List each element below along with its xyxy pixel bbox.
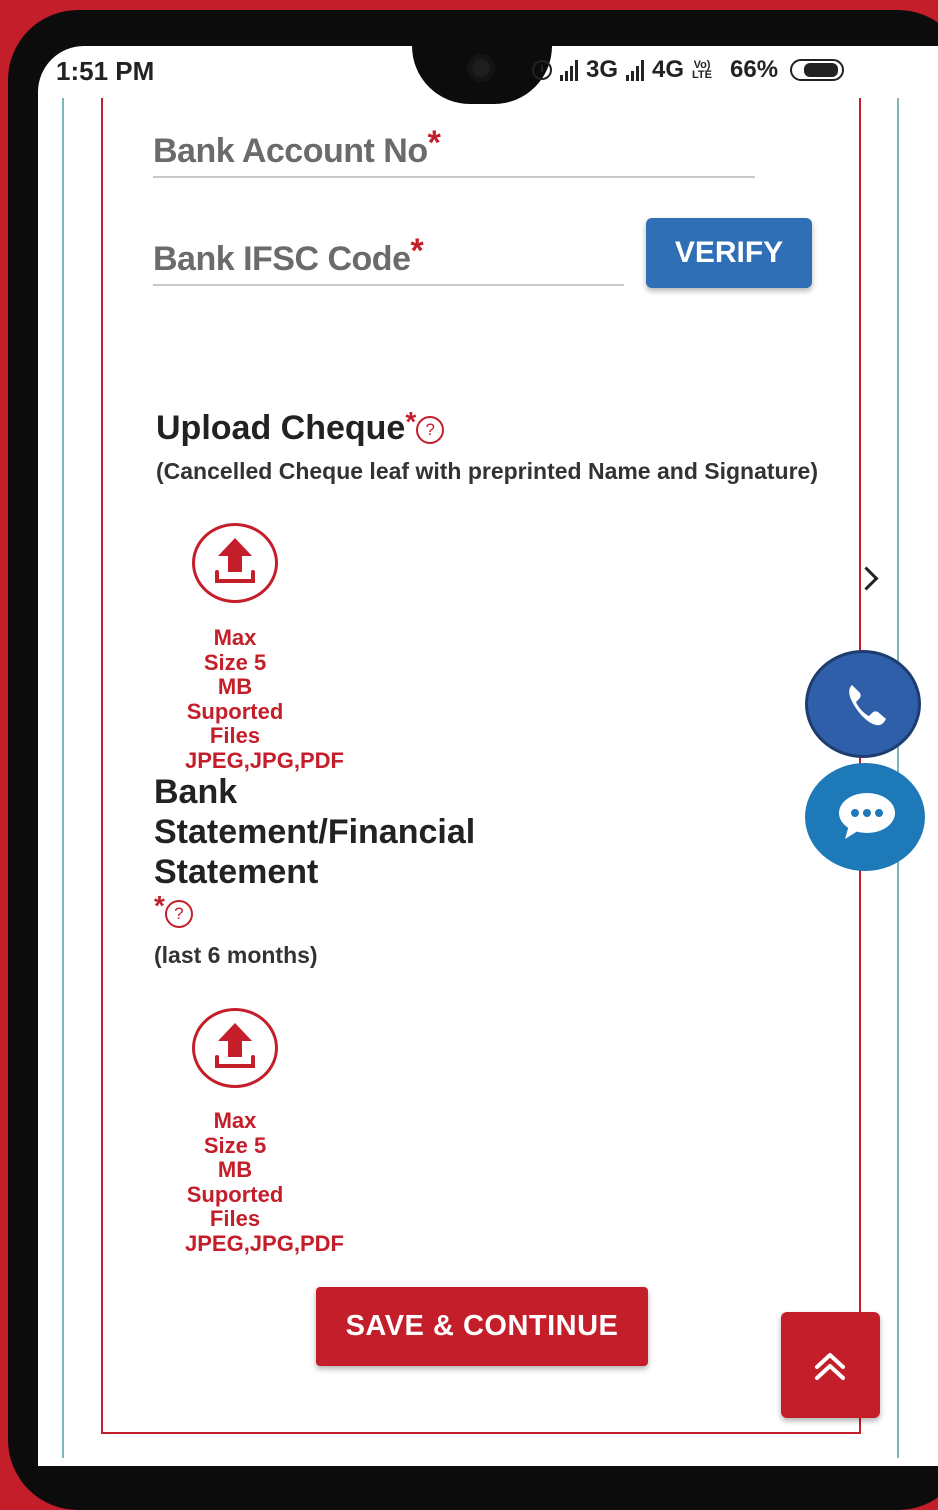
bank-account-field[interactable]: Bank Account No* (153, 124, 755, 178)
ifsc-field[interactable]: Bank IFSC Code* (153, 232, 624, 286)
cheque-title: Upload Cheque*? (156, 406, 445, 450)
help-icon[interactable]: ? (164, 900, 193, 929)
cheque-upload-info: Max Size 5 MB Suported Files JPEG,JPG,PD… (185, 625, 344, 773)
upload-statement-button[interactable] (192, 1008, 278, 1088)
required-mark: * (410, 232, 424, 270)
volte-indicator: Vo) LTE (692, 59, 712, 81)
form-border-left (101, 98, 103, 1434)
upload-cheque-button[interactable] (192, 523, 278, 603)
network-type-1: 3G (586, 56, 619, 83)
form-border-bottom (101, 1432, 861, 1434)
scroll-top-button[interactable] (781, 1312, 880, 1418)
call-button[interactable] (805, 650, 921, 758)
bank-account-label: Bank Account No (153, 132, 428, 170)
verify-button[interactable]: VERIFY (646, 218, 812, 288)
save-continue-button[interactable]: SAVE & CONTINUE (316, 1287, 648, 1366)
upload-icon (215, 1023, 255, 1068)
battery-percent: 66% (730, 56, 779, 83)
signal-icon (560, 59, 578, 81)
upload-icon (215, 538, 255, 583)
statement-title: Bank Statement/Financial Statement *? (154, 772, 475, 934)
battery-icon (790, 59, 845, 81)
help-icon[interactable]: ? (416, 416, 445, 445)
network-type-2: 4G (652, 56, 685, 83)
status-time: 1:51 PM (56, 56, 155, 86)
cheque-subtitle: (Cancelled Cheque leaf with preprinted N… (156, 458, 819, 484)
statement-upload-info: Max Size 5 MB Suported Files JPEG,JPG,PD… (185, 1108, 344, 1256)
chat-icon (839, 793, 895, 839)
signal-icon (626, 59, 645, 81)
chat-button[interactable] (805, 763, 925, 871)
required-mark: * (154, 890, 165, 921)
double-chevron-up-icon (815, 1353, 845, 1380)
required-mark: * (405, 406, 417, 437)
statement-subtitle: (last 6 months) (154, 942, 318, 968)
ifsc-label: Bank IFSC Code (153, 240, 411, 278)
required-mark: * (427, 124, 441, 162)
page-border-left (62, 98, 64, 1458)
alarm-icon (532, 60, 552, 80)
status-icons: 3G 4G Vo) LTE 66% (532, 56, 845, 84)
phone-icon (849, 685, 886, 726)
front-camera (467, 54, 495, 82)
